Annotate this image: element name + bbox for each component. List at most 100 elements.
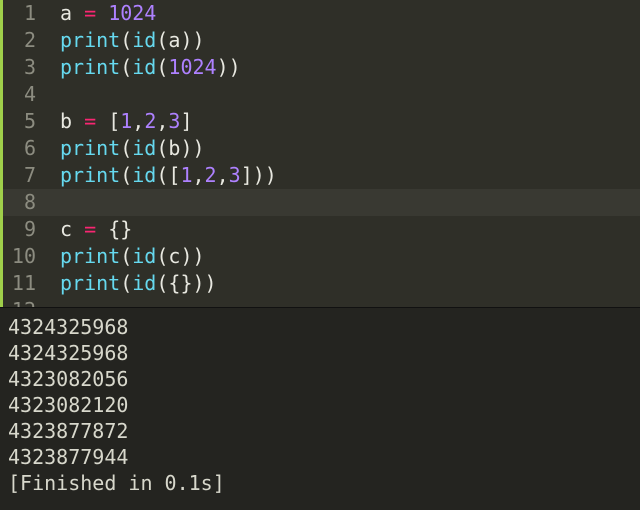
token-paren: ))	[253, 163, 277, 187]
token-comma: ,	[217, 163, 229, 187]
token-name: c	[60, 217, 72, 241]
token-paren: ))	[193, 271, 217, 295]
code-line[interactable]: 4	[0, 81, 640, 108]
token-func: print	[60, 136, 120, 160]
token-bracket: [	[108, 109, 120, 133]
token-num: 1024	[108, 1, 156, 25]
token-paren: (	[156, 28, 168, 52]
token-bracket: {}	[168, 271, 192, 295]
editor-window: 1a = 10242print(id(a))3print(id(1024))45…	[0, 0, 640, 510]
token-builtin: id	[132, 244, 156, 268]
code-content[interactable]: b = [1,2,3]	[46, 108, 193, 135]
line-number: 3	[0, 54, 46, 81]
output-line: [Finished in 0.1s]	[8, 470, 632, 496]
code-content[interactable]: a = 1024	[46, 0, 156, 27]
code-content[interactable]: print(id([1,2,3]))	[46, 162, 277, 189]
output-line: 4324325968	[8, 340, 632, 366]
token-paren: (	[156, 136, 168, 160]
code-line[interactable]: 5b = [1,2,3]	[0, 108, 640, 135]
token-bracket: {}	[108, 217, 132, 241]
token-name: b	[60, 109, 72, 133]
token-name: c	[168, 244, 180, 268]
line-number: 6	[0, 135, 46, 162]
token-paren: (	[120, 55, 132, 79]
token-name: a	[168, 28, 180, 52]
output-line: 4323082056	[8, 366, 632, 392]
token-paren: ))	[180, 28, 204, 52]
token-func: print	[60, 163, 120, 187]
line-number: 12	[0, 297, 46, 307]
token-comma: ,	[132, 109, 144, 133]
token-paren: ))	[180, 244, 204, 268]
token-paren: (	[120, 136, 132, 160]
token-paren: (	[156, 244, 168, 268]
line-number: 4	[0, 81, 46, 108]
token-num: 1024	[168, 55, 216, 79]
code-line[interactable]: 6print(id(b))	[0, 135, 640, 162]
token-func: print	[60, 244, 120, 268]
code-content[interactable]: print(id(1024))	[46, 54, 241, 81]
code-line[interactable]: 9c = {}	[0, 216, 640, 243]
token-op: =	[84, 1, 96, 25]
token-paren: (	[120, 271, 132, 295]
code-content[interactable]: print(id(a))	[46, 27, 205, 54]
token-op: =	[84, 217, 96, 241]
line-number: 1	[0, 0, 46, 27]
token-builtin: id	[132, 136, 156, 160]
token-func: print	[60, 28, 120, 52]
code-content[interactable]: print(id(c))	[46, 243, 205, 270]
code-pane[interactable]: 1a = 10242print(id(a))3print(id(1024))45…	[0, 0, 640, 307]
code-line[interactable]: 7print(id([1,2,3]))	[0, 162, 640, 189]
code-line[interactable]: 10print(id(c))	[0, 243, 640, 270]
output-line: 4323082120	[8, 392, 632, 418]
token-func: print	[60, 55, 120, 79]
token-paren: (	[156, 55, 168, 79]
line-number: 7	[0, 162, 46, 189]
code-line[interactable]: 8	[0, 189, 640, 216]
token-paren: (	[156, 163, 168, 187]
line-number: 8	[0, 189, 46, 216]
token-paren: (	[120, 163, 132, 187]
code-line[interactable]: 1a = 1024	[0, 0, 640, 27]
token-num: 3	[229, 163, 241, 187]
partial-code-line: 12	[0, 297, 640, 307]
token-paren: ))	[180, 136, 204, 160]
line-number: 9	[0, 216, 46, 243]
token-comma: ,	[193, 163, 205, 187]
token-paren: ))	[217, 55, 241, 79]
code-line[interactable]: 3print(id(1024))	[0, 54, 640, 81]
token-num: 1	[180, 163, 192, 187]
token-paren: (	[120, 28, 132, 52]
token-builtin: id	[132, 28, 156, 52]
token-func: print	[60, 271, 120, 295]
token-builtin: id	[132, 55, 156, 79]
code-content[interactable]: print(id(b))	[46, 135, 205, 162]
token-num: 2	[144, 109, 156, 133]
token-num: 3	[168, 109, 180, 133]
token-comma: ,	[156, 109, 168, 133]
code-line[interactable]: 11print(id({}))	[0, 270, 640, 297]
line-number: 5	[0, 108, 46, 135]
line-number: 10	[0, 243, 46, 270]
code-content[interactable]: c = {}	[46, 216, 132, 243]
token-builtin: id	[132, 271, 156, 295]
code-content[interactable]: print(id({}))	[46, 270, 217, 297]
line-number: 11	[0, 270, 46, 297]
token-name: a	[60, 1, 72, 25]
output-line: 4323877944	[8, 444, 632, 470]
code-line[interactable]: 2print(id(a))	[0, 27, 640, 54]
token-bracket: ]	[180, 109, 192, 133]
token-bracket: [	[168, 163, 180, 187]
output-line: 4324325968	[8, 314, 632, 340]
output-line: 4323877872	[8, 418, 632, 444]
output-pane[interactable]: 4324325968432432596843230820564323082120…	[0, 307, 640, 510]
token-paren: (	[156, 271, 168, 295]
token-builtin: id	[132, 163, 156, 187]
token-num: 2	[205, 163, 217, 187]
token-paren: (	[120, 244, 132, 268]
token-bracket: ]	[241, 163, 253, 187]
token-name: b	[168, 136, 180, 160]
token-op: =	[84, 109, 96, 133]
token-num: 1	[120, 109, 132, 133]
line-number: 2	[0, 27, 46, 54]
